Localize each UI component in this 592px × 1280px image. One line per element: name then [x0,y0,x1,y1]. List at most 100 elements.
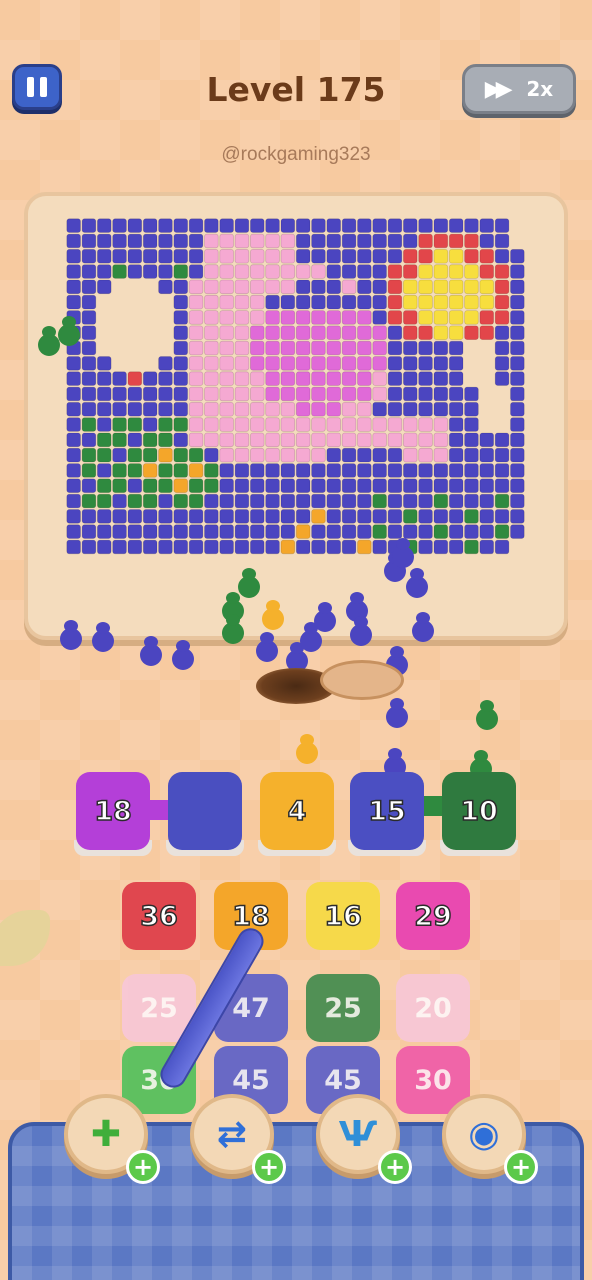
tube-cell[interactable]: 25 [306,974,380,1042]
pixel-tile [311,447,326,463]
pixel-tile [510,463,525,478]
pixel-tile [464,524,479,539]
pixel-tile [311,325,326,341]
pixel-tile [326,493,341,509]
pixel-tile [479,325,494,341]
pixel-tile [448,218,464,233]
pixel-tile [357,401,372,417]
pixel-tile [66,401,81,417]
pixel-tile [188,248,204,264]
ant [392,538,414,568]
tube-cell[interactable]: 16 [306,882,380,950]
pixel-tile [204,356,219,371]
pixel-tile [81,539,97,555]
pixel-tile [219,401,234,417]
tube-cell[interactable]: 36 [122,882,196,950]
pixel-tile [219,279,234,295]
pixel-tile [204,401,219,417]
pixel-tile [326,248,341,264]
tube-cell-count: 47 [232,992,270,1024]
pixel-tile [158,356,173,371]
pixel-tile [66,524,81,539]
pixel-tile [173,539,189,555]
pixel-tile [219,218,234,233]
pixel-tile [280,417,296,432]
pixel-tile [448,493,464,509]
pixel-tile [142,432,158,448]
pixel-tile [249,371,265,386]
pixel-tile [311,310,326,325]
pixel-tile [265,248,280,264]
pixel-tile [66,478,81,493]
pixel-tile [448,371,464,386]
pixel-tile [204,218,219,233]
pixel-tile [249,493,265,509]
pixel-mosaic [66,218,525,555]
add-powerup-icon[interactable]: + [378,1150,412,1184]
pixel-tile [81,279,97,295]
pixel-tile [295,401,311,417]
pixel-tile [280,233,296,249]
pixel-tile [464,218,479,233]
pixel-tile [280,279,296,295]
speed-label: 2x [526,77,554,101]
add-powerup-icon[interactable]: + [504,1150,538,1184]
pixel-tile [372,371,387,386]
pixel-tile [433,248,449,264]
pixel-tile [357,310,372,325]
pixel-tile [433,356,449,371]
pixel-tile [479,509,494,524]
pixel-tile [234,356,250,371]
speed-button[interactable]: ▶▶ 2x [462,64,576,114]
add-powerup-icon[interactable]: + [252,1150,286,1184]
queue-slot[interactable] [168,772,242,856]
pixel-tile [311,279,326,295]
leaf-decoration [0,910,50,966]
pixel-tile [66,509,81,524]
pause-icon-bar-right [40,77,47,97]
pixel-tile [448,509,464,524]
queue-slot[interactable]: 10 [442,772,516,856]
tube-cell[interactable]: 20 [396,974,470,1042]
pixel-tile [433,233,449,249]
pixel-tile [295,248,311,264]
add-powerup-icon[interactable]: + [126,1150,160,1184]
pixel-tile [372,509,387,524]
pixel-tile [295,294,311,310]
pixel-tile [142,218,158,233]
pixel-tile [96,233,112,249]
queue-slot[interactable]: 4 [260,772,334,856]
pixel-tile [433,463,449,478]
pixel-tile [387,310,403,325]
pixel-tile [188,233,204,249]
pixel-tile [494,493,510,509]
pixel-tile [326,340,341,356]
pixel-tile [494,524,510,539]
pixel-tile [402,386,418,402]
pixel-tile [96,447,112,463]
pixel-tile [219,493,234,509]
pixel-tile [234,432,250,448]
pause-button[interactable] [12,64,62,110]
pixel-tile [448,386,464,402]
pixel-tile [280,264,296,279]
ant [476,700,498,730]
pixel-tile [249,218,265,233]
pixel-tile [341,401,357,417]
pixel-tile [219,509,234,524]
pixel-tile [402,310,418,325]
pixel-tile [249,417,265,432]
pixel-tile [112,264,127,279]
pixel-tile [341,417,357,432]
pixel-tile [81,218,97,233]
pixel-tile [341,248,357,264]
pixel-tile [127,539,143,555]
pixel-tile [188,356,204,371]
queue-slot[interactable]: 18 [76,772,150,856]
pixel-tile [112,478,127,493]
pixel-tile [112,386,127,402]
queue-slot[interactable]: 15 [350,772,424,856]
pixel-tile [479,524,494,539]
tube-cell[interactable]: 29 [396,882,470,950]
pixel-tile [249,340,265,356]
